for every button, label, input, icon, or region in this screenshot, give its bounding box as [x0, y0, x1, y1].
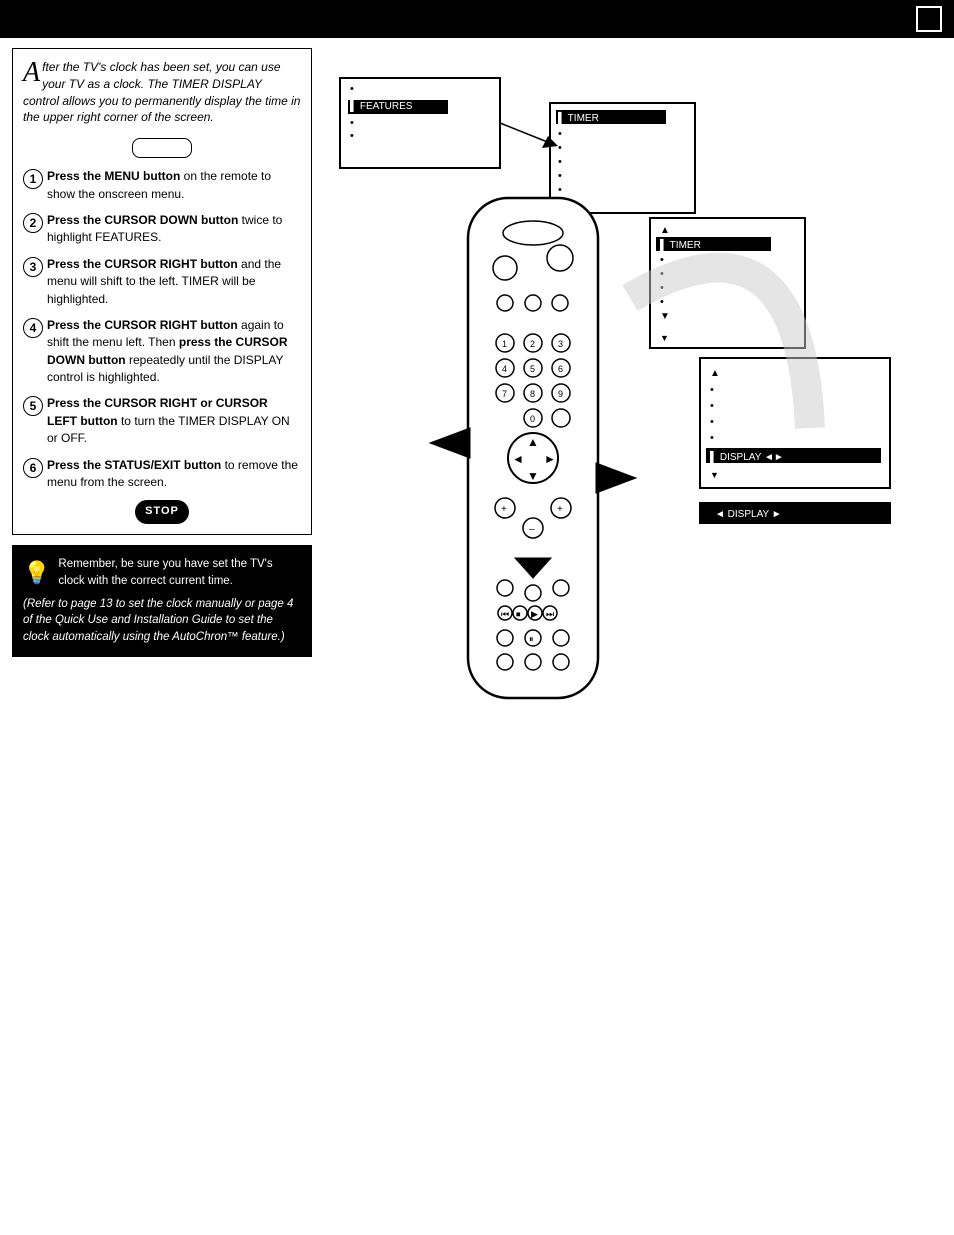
svg-text:8: 8	[530, 389, 535, 399]
top-bar	[0, 0, 954, 38]
svg-text:6: 6	[558, 364, 563, 374]
step-text-6: Press the STATUS/EXIT button to remove t…	[47, 457, 301, 492]
remote-icon-small	[132, 138, 192, 158]
svg-text:•: •	[350, 83, 354, 95]
left-column: After the TV's clock has been set, you c…	[12, 48, 312, 1225]
step-num-1: 1	[23, 169, 43, 189]
svg-text:⏹: ⏹	[516, 609, 521, 619]
illustration-svg: • ▌ FEATURES • • ▌ TIMER • • • • • ▲ ▌ T…	[320, 48, 900, 948]
svg-text:◄: ◄	[512, 452, 524, 466]
svg-text:•: •	[710, 384, 714, 396]
svg-text:0: 0	[530, 414, 535, 424]
step-num-6: 6	[23, 458, 43, 478]
step-6: 6 Press the STATUS/EXIT button to remove…	[23, 457, 301, 492]
tip-header: 💡 Remember, be sure you have set the TV'…	[23, 556, 301, 589]
svg-text:1: 1	[502, 339, 507, 349]
svg-text:•: •	[558, 128, 562, 140]
svg-text:▌ DISPLAY ◄►: ▌ DISPLAY ◄►	[710, 450, 784, 464]
svg-text:•: •	[710, 400, 714, 412]
svg-text:•: •	[558, 170, 562, 182]
step-2: 2 Press the CURSOR DOWN button twice to …	[23, 212, 301, 247]
svg-text:◄ DISPLAY ►: ◄ DISPLAY ►	[715, 509, 782, 520]
svg-text:•: •	[710, 416, 714, 428]
instructions-box: After the TV's clock has been set, you c…	[12, 48, 312, 535]
svg-text:5: 5	[530, 364, 535, 374]
svg-text:▼: ▼	[710, 470, 719, 480]
bulb-icon: 💡	[23, 557, 50, 589]
svg-text:⏮: ⏮	[501, 609, 509, 619]
intro-rest: fter the TV's clock has been set, you ca…	[23, 60, 300, 124]
step-text-4: Press the CURSOR RIGHT button again to s…	[47, 317, 301, 387]
svg-text:7: 7	[502, 389, 507, 399]
svg-text:►: ►	[544, 452, 556, 466]
step-4: 4 Press the CURSOR RIGHT button again to…	[23, 317, 301, 387]
svg-text:⏸: ⏸	[529, 634, 534, 644]
svg-text:+: +	[557, 504, 563, 515]
step-text-3: Press the CURSOR RIGHT button and the me…	[47, 256, 301, 308]
svg-text:2: 2	[530, 339, 535, 349]
svg-text:•: •	[710, 432, 714, 444]
svg-text:▶: ▶	[531, 609, 538, 619]
svg-text:▲: ▲	[660, 225, 670, 236]
svg-text:⏭: ⏭	[546, 609, 554, 619]
svg-text:•: •	[558, 156, 562, 168]
svg-text:▲: ▲	[710, 368, 720, 379]
step-text-1: Press the MENU button on the remote to s…	[47, 168, 301, 203]
tip-refer: (Refer to page 13 to set the clock manua…	[23, 598, 293, 643]
svg-text:▼: ▼	[660, 311, 670, 322]
stop-icon-area: STOP	[23, 500, 301, 524]
tip-lines: (Refer to page 13 to set the clock manua…	[23, 596, 301, 646]
step-3: 3 Press the CURSOR RIGHT button and the …	[23, 256, 301, 308]
svg-text:•: •	[660, 254, 664, 266]
svg-text:▼: ▼	[660, 333, 669, 343]
svg-text:▌ TIMER: ▌ TIMER	[558, 111, 599, 125]
intro-text: After the TV's clock has been set, you c…	[23, 59, 301, 126]
tip-box: 💡 Remember, be sure you have set the TV'…	[12, 545, 312, 656]
step-text-5: Press the CURSOR RIGHT or CURSOR LEFT bu…	[47, 395, 301, 447]
svg-text:4: 4	[502, 364, 507, 374]
right-column: • ▌ FEATURES • • ▌ TIMER • • • • • ▲ ▌ T…	[320, 48, 942, 1225]
svg-text:▌ TIMER: ▌ TIMER	[660, 238, 701, 252]
step-1: 1 Press the MENU button on the remote to…	[23, 168, 301, 203]
svg-text:9: 9	[558, 389, 563, 399]
svg-text:▲: ▲	[527, 435, 539, 449]
step-text-2: Press the CURSOR DOWN button twice to hi…	[47, 212, 301, 247]
page-number-box	[916, 6, 942, 32]
stop-badge: STOP	[135, 500, 189, 524]
svg-text:3: 3	[558, 339, 563, 349]
step-num-4: 4	[23, 318, 43, 338]
svg-text:•: •	[350, 130, 354, 142]
step-5: 5 Press the CURSOR RIGHT or CURSOR LEFT …	[23, 395, 301, 447]
first-letter: A	[23, 59, 40, 87]
step-num-5: 5	[23, 396, 43, 416]
svg-text:+: +	[501, 504, 507, 515]
svg-text:▌ FEATURES: ▌ FEATURES	[350, 99, 413, 113]
svg-text:•: •	[558, 142, 562, 154]
svg-text:•: •	[350, 117, 354, 129]
step-num-3: 3	[23, 257, 43, 277]
main-content: After the TV's clock has been set, you c…	[0, 38, 954, 1235]
step-num-2: 2	[23, 213, 43, 233]
svg-text:•: •	[558, 184, 562, 196]
tip-remember: Remember, be sure you have set the TV's …	[58, 556, 301, 589]
svg-text:–: –	[529, 524, 535, 535]
svg-text:▼: ▼	[527, 469, 539, 483]
